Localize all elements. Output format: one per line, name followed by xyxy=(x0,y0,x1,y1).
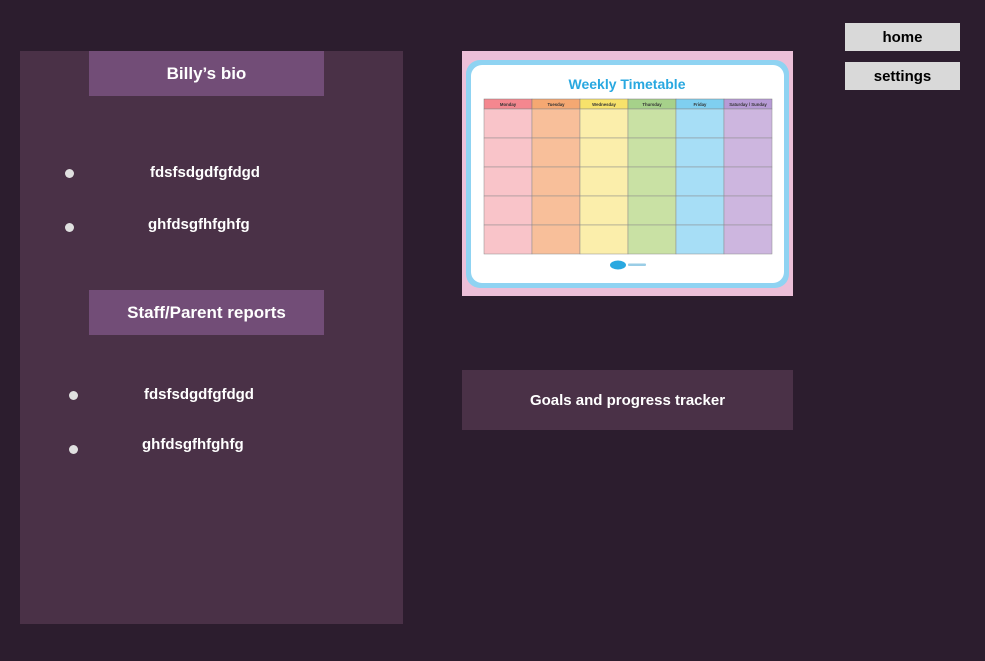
timetable-cell xyxy=(531,108,581,139)
timetable-cell xyxy=(675,166,725,197)
day-label: Tuesday xyxy=(547,102,565,107)
timetable-cell xyxy=(579,108,629,139)
timetable-cell xyxy=(531,195,581,226)
timetable-cell xyxy=(579,166,629,197)
day-label: Thursday xyxy=(642,102,662,107)
timetable-cell xyxy=(627,195,677,226)
timetable-graphic: Weekly Timetable Monday Tuesday Wednesday T… xyxy=(466,60,789,288)
reports-header[interactable]: Staff/Parent reports xyxy=(89,290,324,335)
profile-panel: Billy’s bio fdsfsdgdfgfdgd ghfdsgfhfghfg… xyxy=(20,51,403,624)
timetable-cell xyxy=(627,166,677,197)
timetable-cell xyxy=(579,195,629,226)
timetable-cell xyxy=(531,137,581,168)
bio-item[interactable]: ghfdsgfhfghfg xyxy=(148,216,250,233)
timetable-cell xyxy=(723,137,773,168)
timetable-cell xyxy=(483,137,533,168)
timetable-cell xyxy=(579,137,629,168)
timetable-cell xyxy=(483,108,533,139)
bullet-icon xyxy=(69,445,78,454)
timetable-cell xyxy=(627,137,677,168)
day-label: Monday xyxy=(500,102,517,107)
timetable-cell xyxy=(531,166,581,197)
timetable-cell xyxy=(579,224,629,255)
timetable-cell xyxy=(675,195,725,226)
day-label: Friday xyxy=(694,102,708,107)
report-item[interactable]: ghfdsgfhfghfg xyxy=(142,436,244,453)
timetable-title: Weekly Timetable xyxy=(569,76,686,92)
timetable-cell xyxy=(675,108,725,139)
settings-button[interactable]: settings xyxy=(845,62,960,90)
bullet-icon xyxy=(65,169,74,178)
timetable-cell xyxy=(627,108,677,139)
goals-progress-tracker-button[interactable]: Goals and progress tracker xyxy=(462,370,793,430)
bullet-icon xyxy=(69,391,78,400)
timetable-cell xyxy=(723,108,773,139)
home-button[interactable]: home xyxy=(845,23,960,51)
bullet-icon xyxy=(65,223,74,232)
timetable-cell xyxy=(675,137,725,168)
bio-header[interactable]: Billy’s bio xyxy=(89,51,324,96)
timetable-cell xyxy=(483,195,533,226)
logo-icon xyxy=(610,260,626,270)
report-item[interactable]: fdsfsdgdfgfdgd xyxy=(144,386,254,403)
timetable-cell xyxy=(483,166,533,197)
weekly-timetable-image[interactable]: Weekly Timetable Monday Tuesday Wednesday T… xyxy=(462,51,793,296)
timetable-cell xyxy=(627,224,677,255)
timetable-cell xyxy=(483,224,533,255)
timetable-cell xyxy=(531,224,581,255)
timetable-cell xyxy=(723,224,773,255)
day-label: Saturday / Sunday xyxy=(729,102,767,107)
timetable-cell xyxy=(675,224,725,255)
logo-text-bar xyxy=(628,263,646,266)
bio-item[interactable]: fdsfsdgdfgfdgd xyxy=(150,164,260,181)
timetable-cell xyxy=(723,166,773,197)
timetable-cell xyxy=(723,195,773,226)
day-label: Wednesday xyxy=(592,102,616,107)
